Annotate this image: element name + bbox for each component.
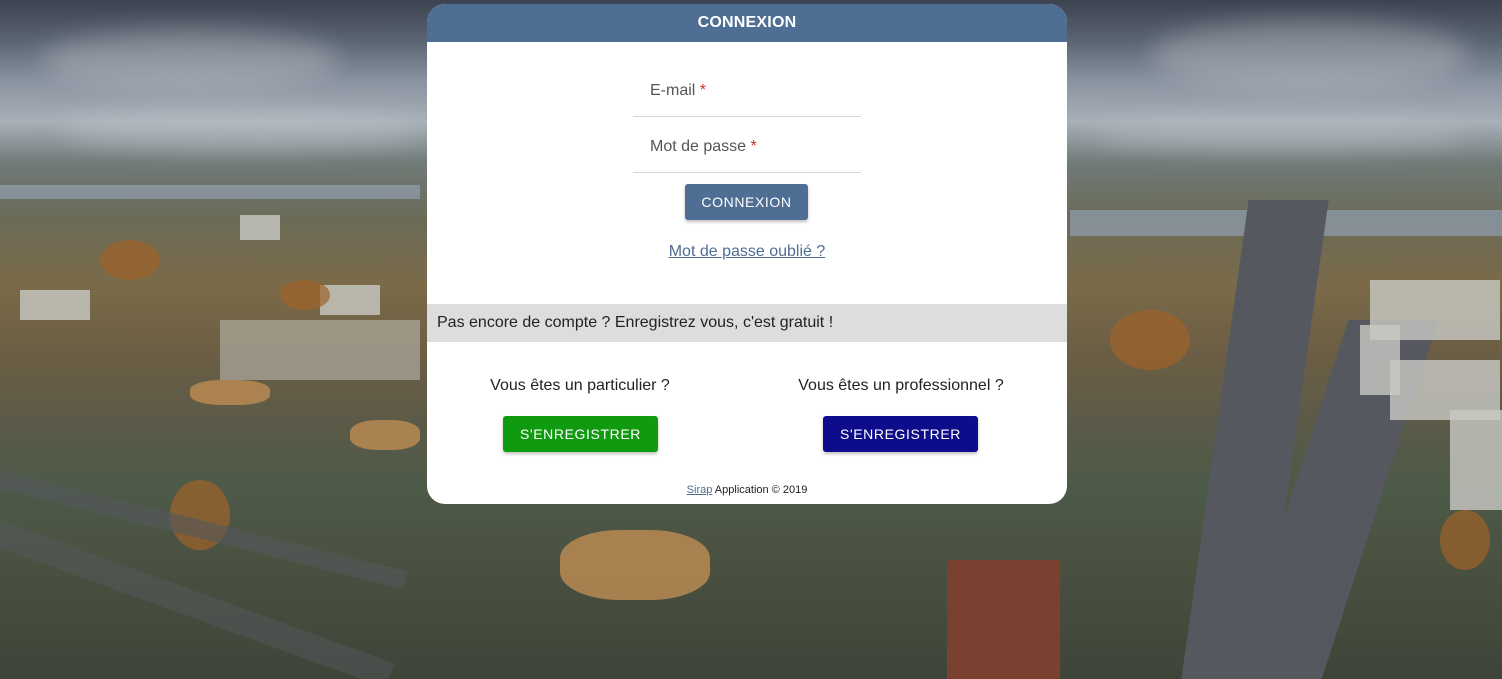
register-notice: Pas encore de compte ? Enregistrez vous,…: [427, 304, 1067, 342]
register-individual-button[interactable]: S'ENREGISTRER: [503, 416, 658, 452]
individual-question: Vous êtes un particulier ?: [490, 377, 670, 394]
register-professional-button[interactable]: S'ENREGISTRER: [823, 416, 978, 452]
email-input[interactable]: [633, 64, 861, 116]
email-field[interactable]: E-mail *: [633, 64, 861, 117]
password-input[interactable]: [633, 120, 861, 172]
password-field[interactable]: Mot de passe *: [633, 120, 861, 173]
sirap-link[interactable]: Sirap: [687, 484, 713, 496]
footer-text: Application © 2019: [712, 484, 808, 496]
professional-question: Vous êtes un professionnel ?: [798, 377, 1004, 394]
login-button[interactable]: CONNEXION: [685, 184, 808, 220]
forgot-password-link[interactable]: Mot de passe oublié ?: [427, 243, 1067, 261]
login-panel: CONNEXION E-mail * Mot de passe * CONNEX…: [427, 4, 1067, 504]
footer: Sirap Application © 2019: [427, 484, 1067, 496]
panel-title: CONNEXION: [427, 4, 1067, 42]
